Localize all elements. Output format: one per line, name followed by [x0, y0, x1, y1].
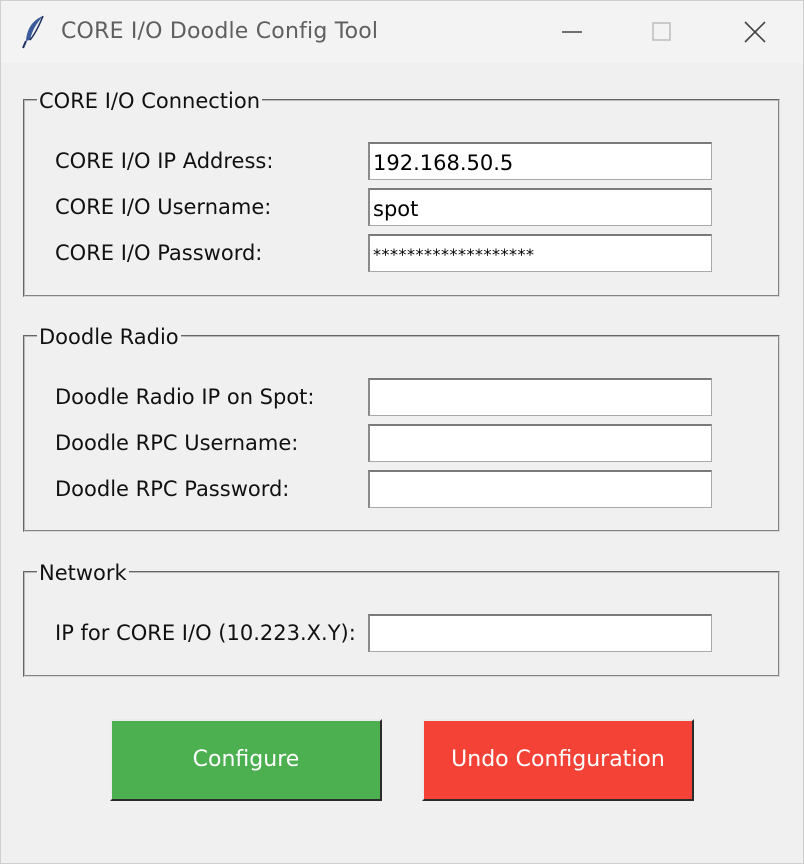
group-title: CORE I/O Connection — [37, 89, 263, 113]
doodle-rpc-username-input[interactable] — [368, 424, 712, 462]
doodle-radio-group: Doodle Radio Doodle Radio IP on Spot: Do… — [23, 325, 780, 532]
title-bar[interactable]: CORE I/O Doodle Config Tool — [1, 1, 803, 63]
group-title: Network — [37, 561, 129, 585]
core-io-password-label: CORE I/O Password: — [55, 241, 263, 265]
doodle-rpc-password-label: Doodle RPC Password: — [55, 477, 290, 501]
doodle-radio-ip-label: Doodle Radio IP on Spot: — [55, 385, 315, 409]
doodle-rpc-password-input[interactable] — [368, 470, 712, 508]
doodle-radio-ip-input[interactable] — [368, 378, 712, 416]
window-title: CORE I/O Doodle Config Tool — [61, 19, 379, 44]
minimize-button[interactable] — [527, 1, 617, 63]
core-io-ip-input[interactable] — [368, 142, 712, 180]
close-button[interactable] — [710, 1, 800, 63]
feather-icon — [21, 14, 47, 50]
core-io-network-ip-label: IP for CORE I/O (10.223.X.Y): — [55, 621, 356, 645]
doodle-rpc-username-label: Doodle RPC Username: — [55, 431, 299, 455]
maximize-button[interactable] — [617, 1, 707, 63]
configure-button[interactable]: Configure — [110, 719, 382, 801]
undo-configuration-button[interactable]: Undo Configuration — [422, 719, 694, 801]
network-group: Network IP for CORE I/O (10.223.X.Y): — [23, 561, 780, 677]
group-title: Doodle Radio — [37, 325, 181, 349]
core-io-username-input[interactable] — [368, 188, 712, 226]
close-icon — [744, 21, 766, 43]
core-io-ip-label: CORE I/O IP Address: — [55, 149, 274, 173]
core-io-password-input[interactable] — [368, 234, 712, 272]
minimize-icon — [562, 31, 582, 33]
core-io-connection-group: CORE I/O Connection CORE I/O IP Address:… — [23, 89, 780, 297]
maximize-icon — [652, 22, 671, 41]
core-io-network-ip-input[interactable] — [368, 614, 712, 652]
app-window: CORE I/O Doodle Config Tool CORE I/O Con… — [0, 0, 804, 864]
core-io-username-label: CORE I/O Username: — [55, 195, 272, 219]
